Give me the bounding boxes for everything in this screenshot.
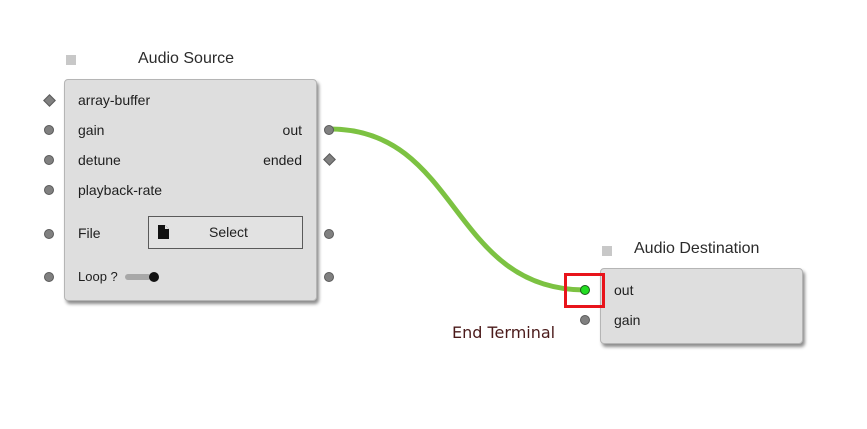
array-buffer-label: array-buffer [78, 92, 151, 108]
destination-gain-input-port[interactable] [580, 315, 590, 325]
destination-gain-label: gain [614, 312, 641, 328]
audio-destination-title: Audio Destination [634, 240, 760, 257]
file-label: File [78, 225, 101, 241]
destination-out-label: out [614, 282, 634, 298]
audio-destination-node[interactable] [600, 268, 803, 344]
loop-toggle-track [125, 274, 151, 280]
file-output-port[interactable] [324, 229, 334, 239]
loop-input-port[interactable] [44, 272, 54, 282]
gain-input-port[interactable] [44, 125, 54, 135]
loop-toggle-knob [149, 272, 159, 282]
gain-label: gain [78, 122, 105, 138]
end-terminal-annotation: End Terminal [452, 323, 556, 342]
playback-rate-label: playback-rate [78, 182, 163, 198]
destination-out-input-port[interactable] [580, 285, 590, 295]
out-output-port[interactable] [324, 125, 334, 135]
detune-input-port[interactable] [44, 155, 54, 165]
ended-output-label: ended [263, 152, 302, 168]
connection-wire[interactable] [327, 126, 588, 293]
loop-output-port[interactable] [324, 272, 334, 282]
audio-source-title: Audio Source [138, 50, 235, 67]
file-select-button[interactable]: Select [148, 216, 303, 249]
loop-label: Loop ? [78, 269, 118, 284]
audio-destination-drag-handle[interactable] [602, 246, 612, 256]
loop-toggle[interactable] [125, 270, 163, 284]
node-editor-canvas[interactable]: Audio Source array-buffer gain detune pl… [0, 0, 867, 429]
detune-label: detune [78, 152, 121, 168]
out-output-label: out [282, 122, 302, 138]
file-select-label: Select [209, 224, 248, 240]
playback-rate-input-port[interactable] [44, 185, 54, 195]
file-input-port[interactable] [44, 229, 54, 239]
audio-source-drag-handle[interactable] [66, 55, 76, 65]
